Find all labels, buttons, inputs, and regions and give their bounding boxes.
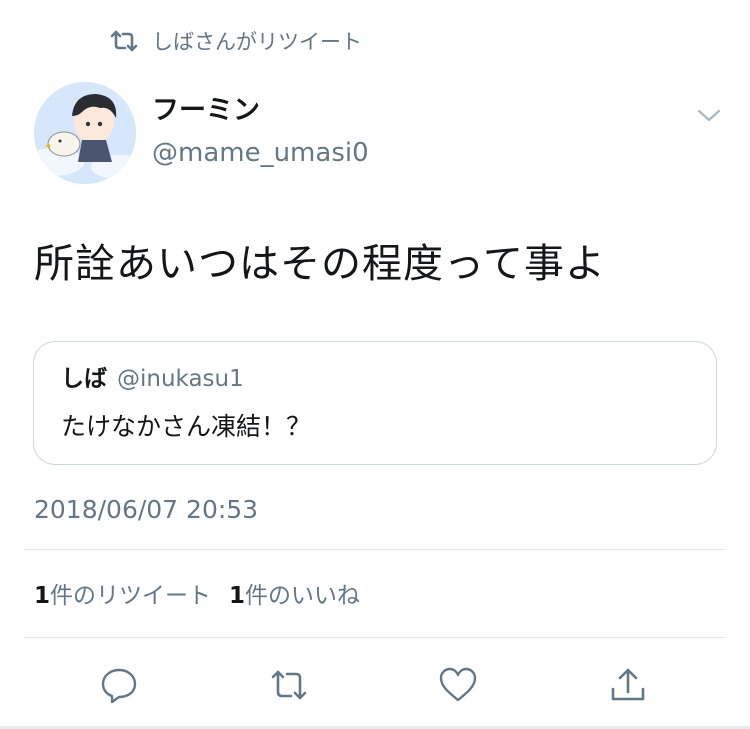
like-icon bbox=[439, 667, 477, 702]
retweet-icon bbox=[271, 670, 307, 700]
quoted-tweet-text: たけなかさん凍結！？ bbox=[61, 412, 312, 441]
author-display-name[interactable]: フーミン bbox=[152, 94, 369, 128]
retweet-button[interactable] bbox=[264, 660, 314, 710]
like-count-label: 件のいいね bbox=[245, 583, 361, 609]
retweet-count: 1 bbox=[34, 583, 51, 609]
tweet-text: 所詮あいつはその程度って事よ bbox=[34, 241, 606, 287]
reply-button[interactable] bbox=[94, 660, 144, 710]
divider bbox=[24, 637, 726, 638]
author-info[interactable]: フーミン @mame_umasi0 bbox=[152, 94, 369, 170]
like-count: 1 bbox=[229, 583, 246, 609]
quoted-tweet[interactable]: しば @inukasu1 たけなかさん凍結！？ bbox=[33, 341, 717, 465]
retweet-count-label: 件のリツイート bbox=[50, 583, 212, 609]
avatar[interactable] bbox=[34, 82, 136, 184]
tweet-stats: 1件のリツイート 1件のいいね bbox=[34, 580, 378, 612]
retweet-icon bbox=[110, 30, 138, 52]
quoted-tweet-header: しば @inukasu1 bbox=[61, 364, 244, 394]
like-button[interactable] bbox=[433, 660, 483, 710]
retweet-banner-text: しばさんがリツイート bbox=[152, 30, 362, 54]
tweet-timestamp: 2018/06/07 20:53 bbox=[34, 495, 259, 524]
quoted-handle: @inukasu1 bbox=[117, 366, 244, 392]
divider bbox=[24, 549, 726, 550]
share-button[interactable] bbox=[603, 660, 653, 710]
retweet-count-stat[interactable]: 1件のリツイート bbox=[34, 580, 211, 612]
quoted-display-name: しば bbox=[61, 366, 107, 392]
chevron-down-icon bbox=[697, 109, 721, 122]
action-bar bbox=[0, 660, 750, 710]
reply-icon bbox=[101, 668, 137, 704]
author-handle[interactable]: @mame_umasi0 bbox=[152, 136, 369, 170]
share-icon bbox=[611, 668, 645, 701]
avatar-image bbox=[34, 82, 136, 184]
tweet-menu-button[interactable] bbox=[694, 104, 724, 128]
retweet-banner[interactable]: しばさんがリツイート bbox=[110, 26, 362, 56]
like-count-stat[interactable]: 1件のいいね bbox=[229, 580, 360, 612]
